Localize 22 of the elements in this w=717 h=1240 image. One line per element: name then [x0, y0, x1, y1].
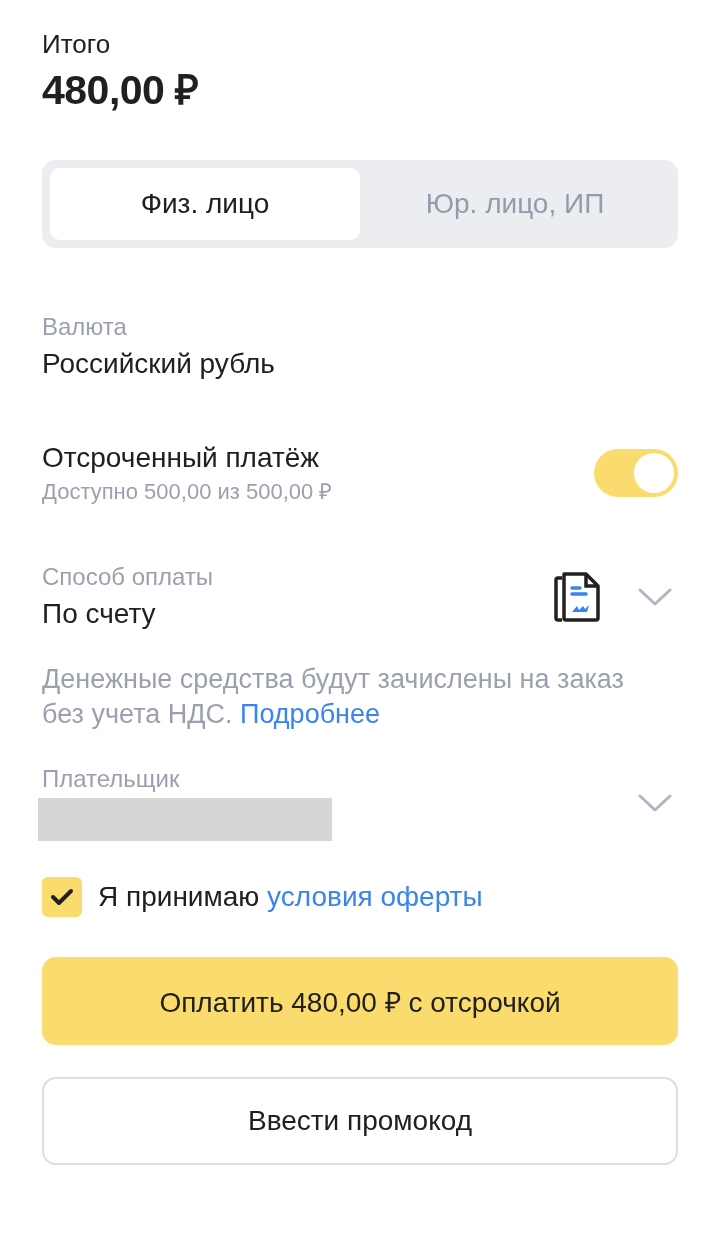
details-link[interactable]: Подробнее	[240, 699, 381, 729]
info-text: Денежные средства будут зачислены на заказ без учета НДС. Подробнее	[42, 663, 625, 731]
agreement-text: Я принимаю условия оферты	[98, 881, 483, 913]
setting-label: Отсроченный платёж	[42, 441, 321, 475]
invoice-icon	[554, 572, 600, 622]
field-value: Российский рубль	[42, 347, 276, 381]
payer-type-tab[interactable]: Физ. лицо	[50, 168, 360, 240]
field-label: Валюта	[42, 312, 128, 342]
total-label: Итого	[42, 28, 112, 60]
check-icon	[50, 888, 74, 906]
field-label: Плательщик	[42, 764, 181, 794]
field-value: По счету	[42, 597, 157, 631]
chevron-down-icon[interactable]	[638, 792, 672, 813]
setting-hint: Доступно 500,00 из 500,00 ₽	[42, 478, 334, 506]
toggle-switch[interactable]	[594, 449, 678, 497]
checkbox[interactable]	[42, 877, 82, 917]
total-amount: 480,00 ₽	[42, 66, 200, 115]
chevron-down-icon[interactable]	[638, 587, 672, 607]
pay-button[interactable]: Оплатить 480,00 ₽ с отсрочкой	[42, 957, 678, 1045]
promo-code-button[interactable]: Ввести промокод	[42, 1077, 678, 1165]
field-label: Способ оплаты	[42, 562, 215, 592]
offer-terms-link[interactable]: условия оферты	[267, 881, 483, 912]
